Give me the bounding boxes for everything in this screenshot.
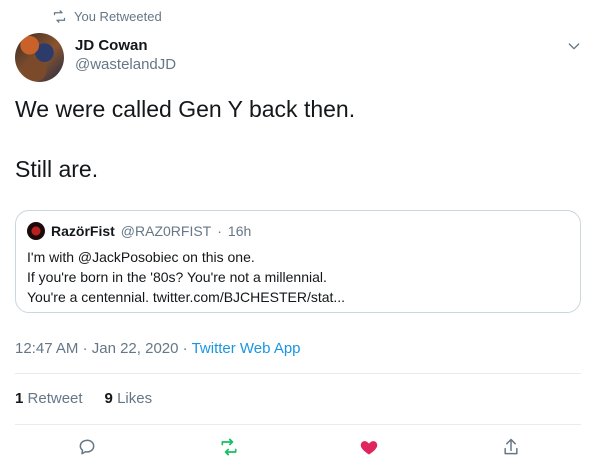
author-handle[interactable]: @wastelandJD [75,55,176,75]
like-button[interactable] [358,436,380,458]
quoted-separator: · [217,223,222,239]
quoted-avatar [27,222,45,240]
source-separator: · [182,340,188,357]
quoted-tweet-header: RazörFist @RAZ0RFIST · 16h [27,222,251,240]
retweet-context-label: You Retweeted [74,9,162,24]
tweet-source-link[interactable]: Twitter Web App [192,340,301,357]
divider [15,424,581,425]
likes-count: 9 [104,390,113,407]
tweet-time[interactable]: 12:47 AM [15,340,78,357]
retweet-stat-label: Retweet [27,390,83,407]
reply-button[interactable] [76,436,98,458]
retweet-button[interactable] [218,436,240,458]
retweet-stat[interactable]: 1 Retweet [15,390,83,407]
timestamp-separator: · [82,340,88,357]
quoted-author-handle: @RAZ0RFIST [120,223,212,239]
retweet-context: You Retweeted [52,9,162,24]
quoted-line-3: You're a centennial. twitter.com/BJCHEST… [27,289,346,305]
author-block: JD Cowan @wastelandJD [75,37,176,75]
likes-stat[interactable]: 9 Likes [105,390,153,407]
quoted-time: 16h [227,223,252,239]
quoted-author-name: RazörFist [51,223,115,239]
tweet-actions [0,432,595,462]
tweet-date[interactable]: Jan 22, 2020 [92,340,179,357]
retweet-icon [221,438,237,456]
tweet-line-2: Still are. [15,156,99,182]
author-name[interactable]: JD Cowan [75,37,176,55]
retweet-icon [53,10,66,23]
tweet-timestamp: 12:47 AM · Jan 22, 2020 · Twitter Web Ap… [15,340,301,357]
quoted-tweet[interactable]: RazörFist @RAZ0RFIST · 16h I'm with @Jac… [15,210,581,313]
quoted-tweet-text: I'm with @JackPosobiec on this one. If y… [27,247,345,307]
reply-icon [79,439,95,455]
tweet-stats: 1 Retweet 9 Likes [15,390,152,407]
heart-icon [360,441,378,455]
retweet-count: 1 [15,390,24,407]
share-button[interactable] [500,436,522,458]
chevron-down-icon[interactable] [566,38,582,54]
share-icon [504,438,518,455]
tweet-text: We were called Gen Y back then. Still ar… [15,94,575,184]
avatar[interactable] [15,33,64,82]
divider [15,373,581,374]
quoted-line-1: I'm with @JackPosobiec on this one. [27,249,255,265]
quoted-line-2: If you're born in the '80s? You're not a… [27,269,327,285]
likes-stat-label: Likes [117,390,153,407]
tweet-line-1: We were called Gen Y back then. [15,96,356,122]
